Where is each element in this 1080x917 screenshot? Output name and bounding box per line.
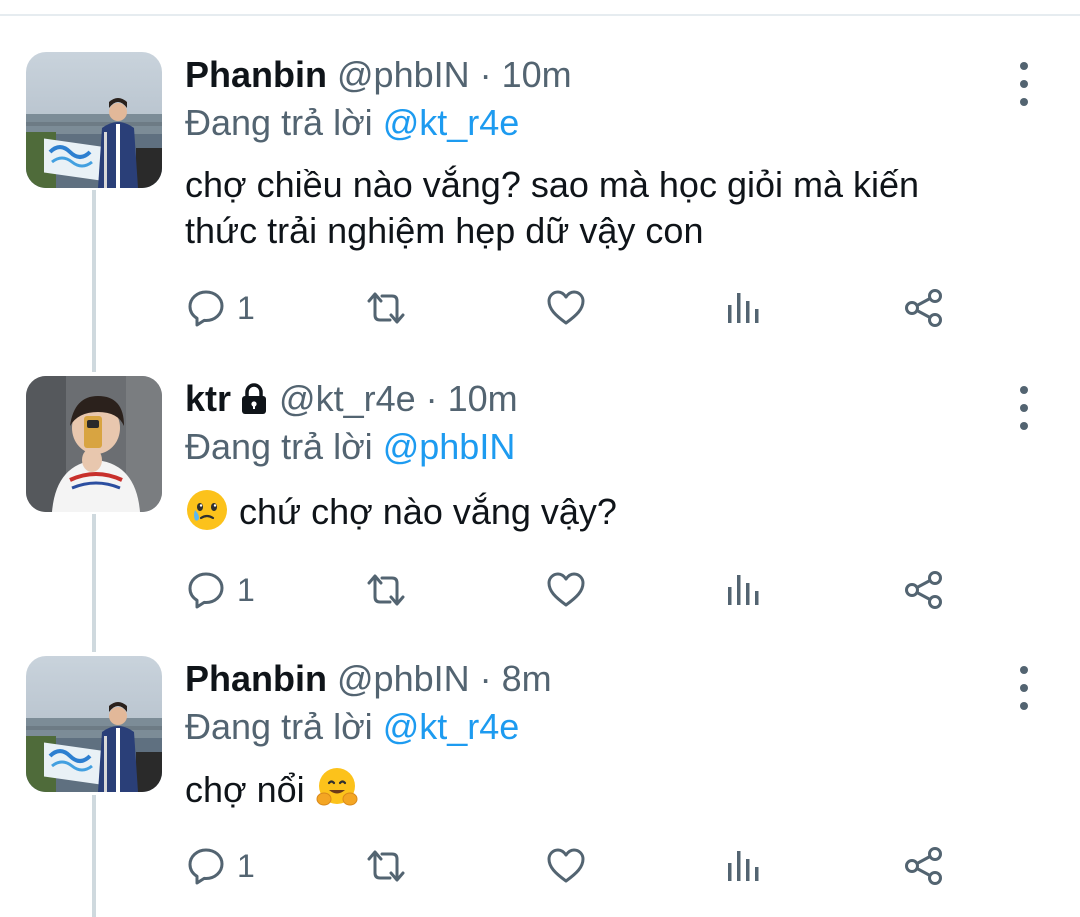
reply-count: 1: [237, 290, 255, 326]
timestamp[interactable]: 10m: [448, 376, 518, 422]
user-handle[interactable]: @phbIN: [337, 656, 470, 702]
tweet[interactable]: Phanbin @phbIN · 10m Đang trả lời @kt_r4…: [0, 52, 1080, 352]
avatar[interactable]: [26, 656, 162, 792]
face-holding-back-tears-emoji: [187, 490, 227, 530]
tweet-header: ktr @kt_r4e · 10m: [185, 376, 518, 422]
separator-dot: ·: [479, 658, 492, 699]
share-button[interactable]: [903, 844, 945, 888]
share-icon: [905, 847, 942, 885]
retweet-button[interactable]: [363, 568, 409, 612]
more-vertical-icon: [1020, 666, 1028, 674]
tweet-header: Phanbin @phbIN · 10m: [185, 52, 572, 98]
replying-to: Đang trả lời @phbIN: [185, 424, 515, 470]
share-button[interactable]: [903, 568, 945, 612]
tweet-text-line: thức trải nghiệm hẹp dữ vậy con: [185, 210, 704, 251]
analytics-icon: [728, 851, 759, 881]
reply-icon: [188, 572, 224, 609]
mirror-selfie-avatar: [26, 376, 162, 512]
user-handle[interactable]: @kt_r4e: [279, 376, 416, 422]
separator-dot: ·: [479, 54, 492, 95]
mention-link[interactable]: @kt_r4e: [383, 102, 520, 143]
tweet-actions: 1: [185, 568, 965, 612]
reply-icon: [188, 848, 224, 885]
avatar[interactable]: [26, 52, 162, 188]
retweet-button[interactable]: [363, 286, 409, 330]
river-photo-avatar: [26, 52, 162, 188]
separator-dot: ·: [425, 378, 438, 419]
like-button[interactable]: [545, 286, 587, 330]
reply-icon: [188, 290, 224, 327]
replying-to-label: Đang trả lời: [185, 706, 373, 747]
hugging-face-emoji: [316, 768, 358, 806]
tweet-actions: 1: [185, 286, 965, 330]
tweet-text-line: chợ chiều nào vắng? sao mà học giỏi mà k…: [185, 164, 920, 205]
retweet-button[interactable]: [363, 844, 409, 888]
user-handle[interactable]: @phbIN: [337, 52, 470, 98]
tweet-header: Phanbin @phbIN · 8m: [185, 656, 552, 702]
tweet-text: chứ chợ nào vắng vậy?: [185, 488, 1035, 535]
reply-count: 1: [237, 572, 255, 608]
reply-button[interactable]: 1: [185, 844, 255, 888]
reply-button[interactable]: 1: [185, 568, 255, 612]
share-icon: [905, 289, 942, 327]
analytics-button[interactable]: [725, 568, 761, 612]
replying-to: Đang trả lời @kt_r4e: [185, 100, 519, 146]
replying-to-label: Đang trả lời: [185, 426, 373, 467]
like-button[interactable]: [545, 844, 587, 888]
more-options-button[interactable]: [1010, 666, 1038, 710]
more-options-button[interactable]: [1010, 62, 1038, 106]
tweet-text-line: chợ nổi: [185, 769, 305, 810]
mention-link[interactable]: @kt_r4e: [383, 706, 520, 747]
display-name[interactable]: Phanbin: [185, 52, 327, 98]
retweet-icon: [367, 574, 405, 606]
replying-to-label: Đang trả lời: [185, 102, 373, 143]
share-icon: [905, 571, 942, 609]
more-vertical-icon: [1020, 62, 1028, 70]
like-button[interactable]: [545, 568, 587, 612]
river-photo-avatar: [26, 656, 162, 792]
display-name[interactable]: Phanbin: [185, 656, 327, 702]
retweet-icon: [367, 292, 405, 324]
tweet-text: chợ nổi: [185, 766, 1035, 813]
tweet-text: chợ chiều nào vắng? sao mà học giỏi mà k…: [185, 162, 1035, 254]
avatar[interactable]: [26, 376, 162, 512]
tweet-actions: 1: [185, 844, 965, 888]
replying-to: Đang trả lời @kt_r4e: [185, 704, 519, 750]
analytics-button[interactable]: [725, 286, 761, 330]
display-name[interactable]: ktr: [185, 376, 231, 422]
lock-icon: [242, 383, 267, 414]
reply-count: 1: [237, 848, 255, 884]
timestamp[interactable]: 10m: [502, 52, 572, 98]
reply-button[interactable]: 1: [185, 286, 255, 330]
share-button[interactable]: [903, 286, 945, 330]
tweet[interactable]: Phanbin @phbIN · 8m Đang trả lời @kt_r4e…: [0, 656, 1080, 906]
heart-icon: [547, 290, 585, 325]
heart-icon: [547, 848, 585, 883]
analytics-icon: [728, 575, 759, 605]
retweet-icon: [367, 850, 405, 882]
tweet[interactable]: ktr @kt_r4e · 10m Đang trả lời @phbIN ch…: [0, 376, 1080, 636]
timestamp[interactable]: 8m: [502, 656, 552, 702]
tweet-text-line: chứ chợ nào vắng vậy?: [239, 491, 617, 532]
analytics-icon: [728, 293, 759, 323]
analytics-button[interactable]: [725, 844, 761, 888]
mention-link[interactable]: @phbIN: [383, 426, 516, 467]
heart-icon: [547, 572, 585, 607]
more-options-button[interactable]: [1010, 386, 1038, 430]
more-vertical-icon: [1020, 386, 1028, 394]
top-divider: [0, 14, 1080, 16]
